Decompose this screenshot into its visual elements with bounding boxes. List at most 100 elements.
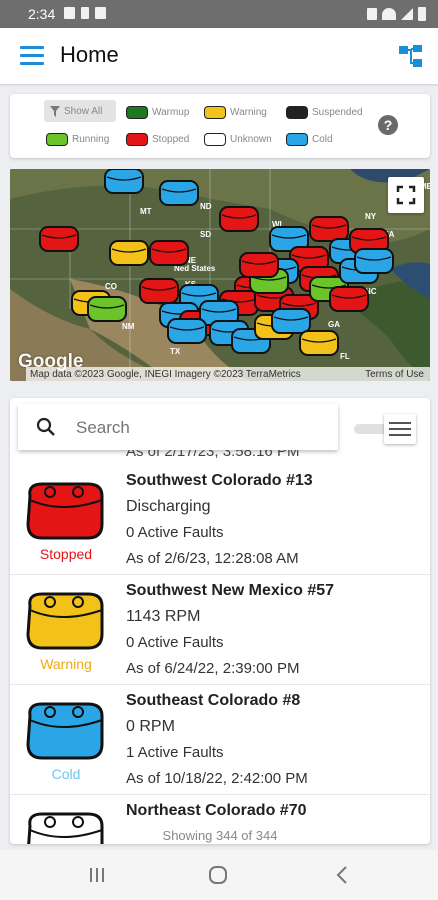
- asset-name: Southeast Colorado #8: [126, 692, 301, 709]
- legend-cold[interactable]: Cold: [286, 133, 333, 146]
- asset-name: Southwest New Mexico #57: [126, 582, 335, 599]
- search-icon: [36, 417, 55, 436]
- legend-suspended[interactable]: Suspended: [286, 106, 363, 119]
- map-state-label: SD: [200, 230, 211, 239]
- running-swatch-icon: [46, 133, 68, 146]
- legend-running[interactable]: Running: [46, 133, 109, 146]
- legend-unknown[interactable]: Unknown: [204, 133, 272, 146]
- map-state-label: CO: [105, 282, 117, 291]
- recent-apps-icon[interactable]: [86, 864, 108, 891]
- map-engine-marker[interactable]: [87, 296, 127, 322]
- asset-list-item[interactable]: Stopped Southwest Colorado #13 Discharging…: [10, 464, 430, 575]
- previous-row-timestamp: As of 2/17/23, 3:58:16 PM: [126, 450, 300, 460]
- asset-list-panel: As of 2/17/23, 3:58:16 PM Stopped Southwe…: [10, 398, 430, 844]
- engine-status-icon: [22, 698, 108, 764]
- map-view[interactable]: MTNDWYSDNECOKSOKNMTXMNWIMIMOILKYTNALGAFL…: [10, 169, 430, 381]
- map-engine-marker[interactable]: [309, 216, 349, 242]
- map-engine-marker[interactable]: [104, 169, 144, 194]
- legend-warning[interactable]: Warning: [204, 106, 267, 119]
- asset-detail: 0 RPM: [126, 718, 175, 735]
- legend-label: Stopped: [152, 134, 190, 145]
- app-icon: [95, 7, 106, 19]
- map-credit-text: Map data ©2023 Google, INEGI Imagery ©20…: [30, 368, 301, 380]
- map-state-label: TX: [170, 347, 181, 356]
- map-state-label: NY: [365, 212, 377, 221]
- page-title: Home: [60, 42, 119, 67]
- search-input[interactable]: [74, 414, 318, 442]
- last-updated: As of 10/18/22, 2:42:00 PM: [126, 770, 308, 787]
- active-faults: 1 Active Faults: [126, 744, 224, 761]
- asset-list-item[interactable]: Cold Southeast Colorado #8 0 RPM 1 Active F…: [10, 684, 430, 795]
- upload-icon: [81, 7, 89, 19]
- map-engine-marker[interactable]: [354, 248, 394, 274]
- status-label: Stopped: [39, 546, 93, 562]
- engine-status-icon: [22, 478, 108, 544]
- image-icon: [64, 7, 75, 19]
- map-engine-marker[interactable]: [149, 240, 189, 266]
- map-attribution: Map data ©2023 Google, INEGI Imagery ©20…: [26, 367, 430, 381]
- suspended-swatch-icon: [286, 106, 308, 119]
- map-engine-marker[interactable]: [329, 286, 369, 312]
- status-legend: Show All Warmup Warning Suspended Runnin…: [10, 94, 430, 158]
- mute-icon: [367, 8, 377, 20]
- last-updated: As of 6/24/22, 2:39:00 PM: [126, 660, 300, 677]
- map-state-label: NM: [122, 322, 135, 331]
- status-bar: 2:34: [0, 0, 438, 28]
- map-state-label: ND: [200, 202, 212, 211]
- asset-detail: 1143 RPM: [126, 608, 201, 625]
- legend-label: Cold: [312, 134, 333, 145]
- legend-label: Unknown: [230, 134, 272, 145]
- terms-of-use-link[interactable]: Terms of Use: [361, 369, 424, 380]
- asset-name: Southwest Colorado #13: [126, 472, 313, 489]
- status-label: Warning: [40, 656, 92, 672]
- home-icon[interactable]: [207, 864, 229, 891]
- legend-label: Warmup: [152, 107, 190, 118]
- legend-warmup[interactable]: Warmup: [126, 106, 189, 119]
- back-icon[interactable]: [332, 864, 354, 891]
- warmup-swatch-icon: [126, 106, 148, 119]
- legend-label: Running: [72, 134, 110, 145]
- last-updated: As of 2/6/23, 12:28:08 AM: [126, 550, 299, 567]
- status-time: 2:34: [28, 6, 56, 22]
- map-state-label: MT: [140, 207, 152, 216]
- fullscreen-icon[interactable]: [388, 177, 424, 213]
- signal-icon: [401, 8, 413, 20]
- map-engine-marker[interactable]: [109, 240, 149, 266]
- map-engine-marker[interactable]: [271, 308, 311, 334]
- map-engine-marker[interactable]: [39, 226, 79, 252]
- status-label: Cold: [51, 766, 81, 782]
- legend-label: Warning: [230, 107, 267, 118]
- results-count: Showing 344 of 344: [162, 828, 278, 843]
- legend-stopped[interactable]: Stopped: [126, 133, 189, 146]
- hamburger-menu-icon[interactable]: [20, 46, 44, 66]
- map-engine-marker[interactable]: [219, 206, 259, 232]
- active-faults: 0 Active Faults: [126, 524, 224, 541]
- map-engine-marker[interactable]: [239, 252, 279, 278]
- warning-swatch-icon: [204, 106, 226, 119]
- help-icon[interactable]: ?: [378, 115, 398, 135]
- map-engine-marker[interactable]: [167, 318, 207, 344]
- hierarchy-icon[interactable]: [398, 44, 424, 68]
- filter-icon: [50, 105, 60, 117]
- map-state-label: FL: [340, 352, 350, 361]
- search-bar: [18, 404, 338, 450]
- map-state-label: GA: [328, 320, 340, 329]
- asset-detail: Discharging: [126, 498, 211, 515]
- asset-list-item[interactable]: Warning Southwest New Mexico #57 1143 RPM 0…: [10, 574, 430, 685]
- app-bar: Home: [0, 28, 438, 84]
- show-all-filter[interactable]: Show All: [44, 100, 116, 122]
- notification-icons: [64, 7, 106, 19]
- asset-name: Northeast Colorado #70: [126, 802, 307, 819]
- map-engine-marker[interactable]: [159, 180, 199, 206]
- system-nav-bar: [0, 850, 438, 900]
- system-icons: [367, 7, 426, 21]
- list-view-icon[interactable]: [384, 414, 416, 444]
- map-engine-marker[interactable]: [139, 278, 179, 304]
- map-engine-marker[interactable]: [299, 330, 339, 356]
- active-faults: 0 Active Faults: [126, 634, 224, 651]
- show-all-label: Show All: [64, 105, 103, 117]
- map-canvas: MTNDWYSDNECOKSOKNMTXMNWIMIMOILKYTNALGAFL…: [10, 169, 430, 381]
- unknown-swatch-icon: [204, 133, 226, 146]
- battery-icon: [418, 7, 426, 21]
- legend-label: Suspended: [312, 107, 363, 118]
